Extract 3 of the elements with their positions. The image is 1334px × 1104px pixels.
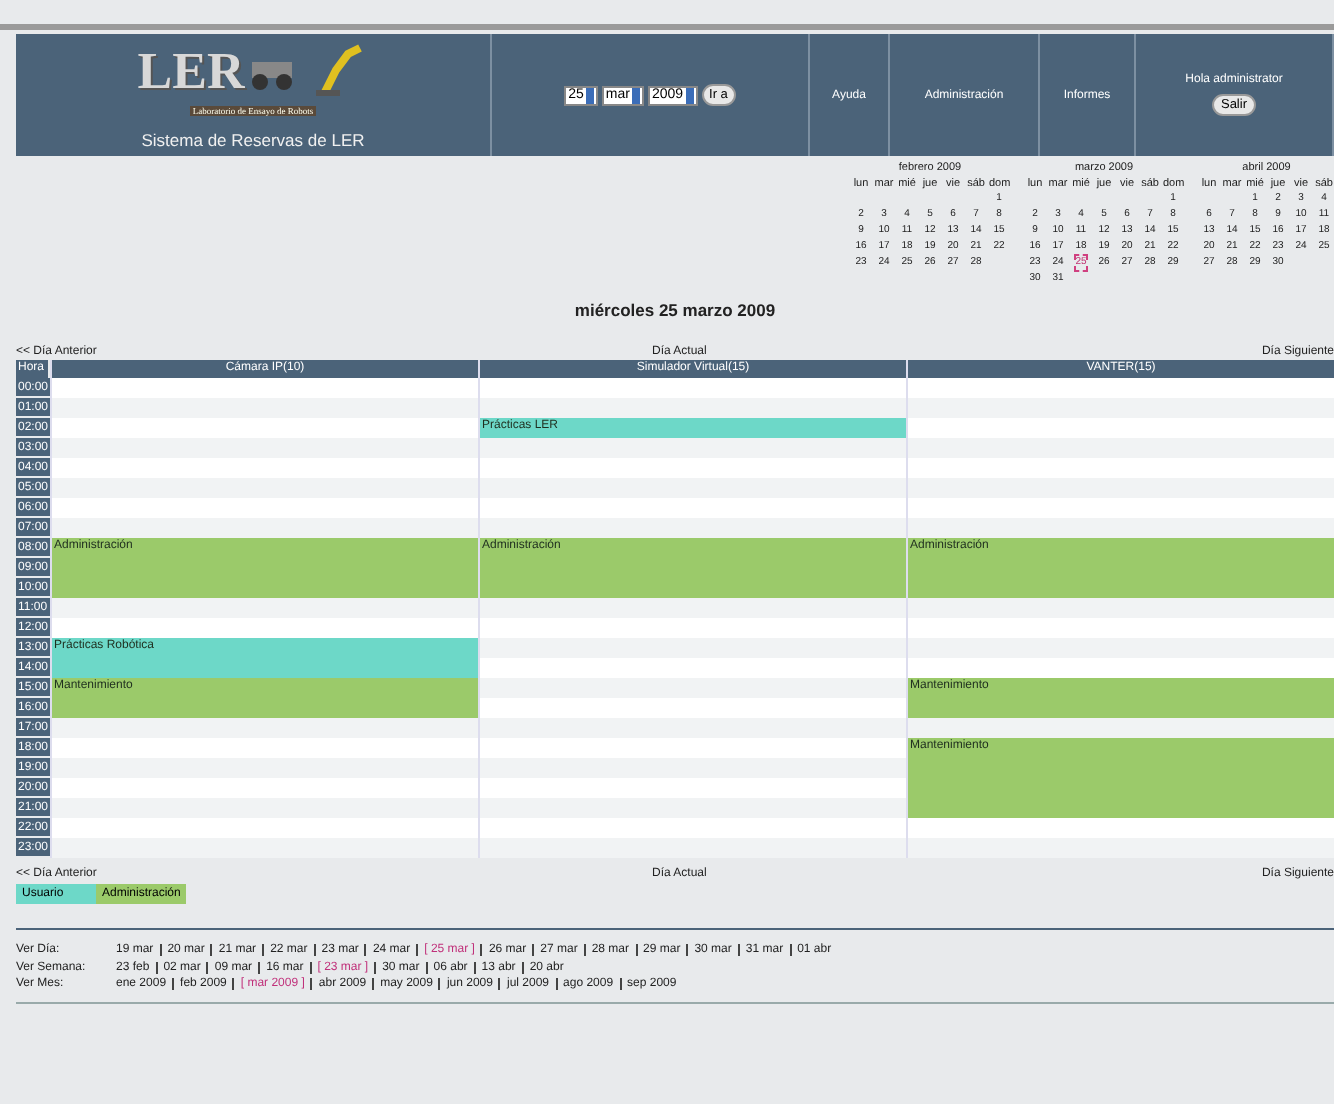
day-title: miércoles 25 marzo 2009 — [572, 300, 778, 324]
logo-text: LER — [137, 45, 245, 97]
app-subtitle: Sistema de Reservas de LER — [141, 129, 365, 149]
